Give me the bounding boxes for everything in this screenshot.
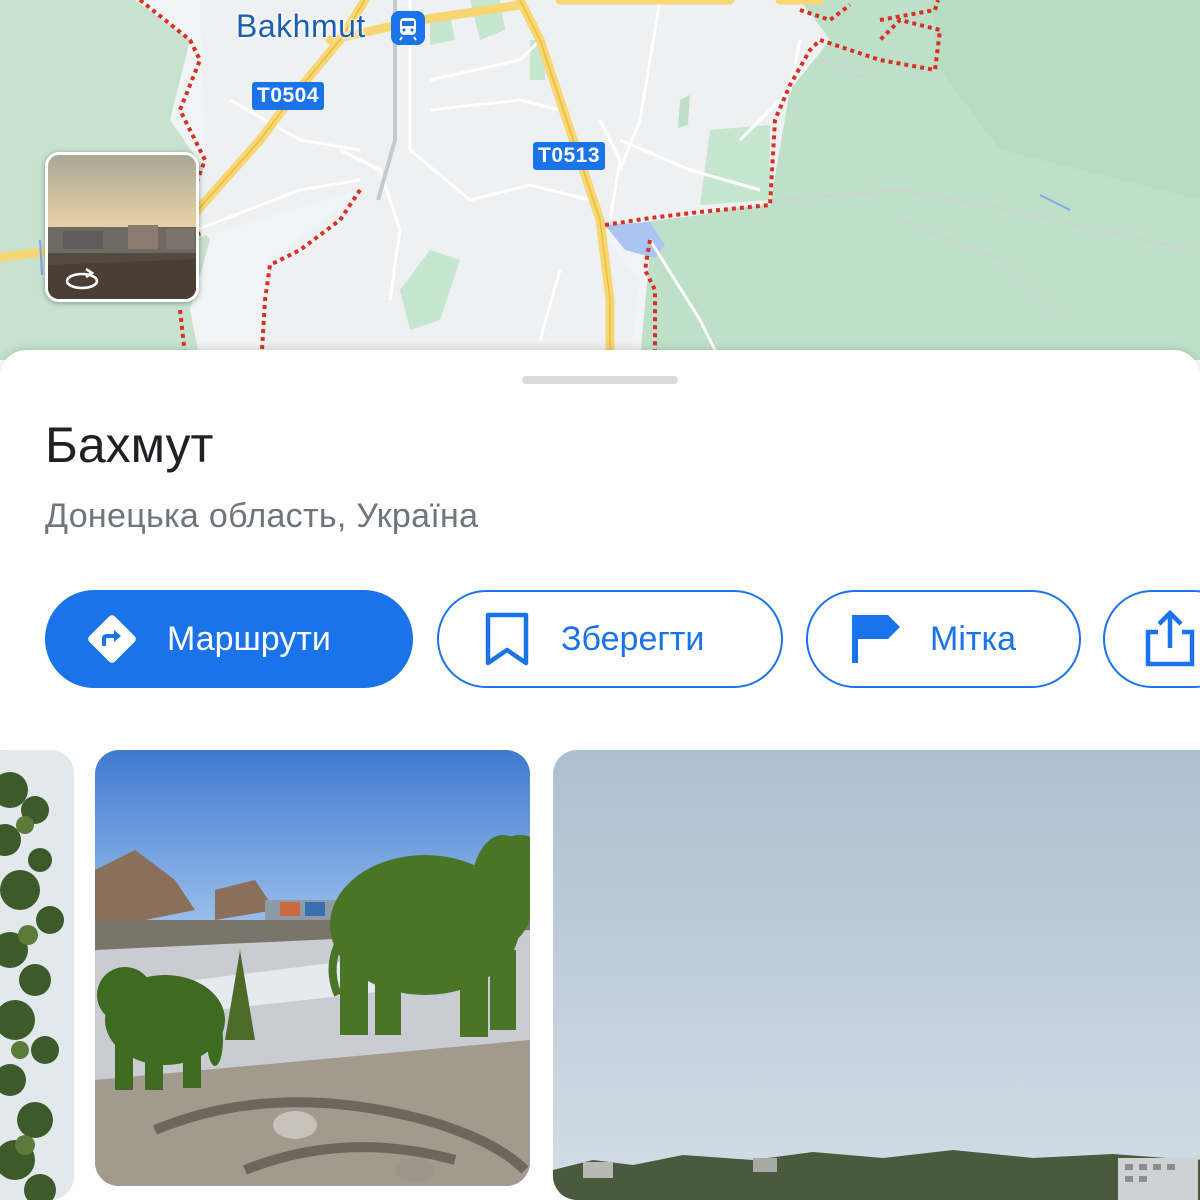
place-bottom-sheet: Бахмут Донецька область, Україна Маршрут… bbox=[0, 350, 1200, 1200]
save-label: Зберегти bbox=[561, 619, 705, 658]
road-shield-t0513: T0513 bbox=[533, 142, 606, 170]
road-shield-t0504: T0504 bbox=[252, 82, 325, 110]
drag-handle[interactable] bbox=[522, 376, 678, 384]
map-city-label[interactable]: Bakhmut bbox=[236, 8, 366, 45]
place-photo-3[interactable] bbox=[553, 750, 1200, 1200]
street-view-thumbnail[interactable] bbox=[45, 152, 199, 302]
share-button[interactable] bbox=[1103, 590, 1200, 688]
place-subtitle: Донецька область, Україна bbox=[45, 497, 479, 535]
place-photo-1[interactable] bbox=[0, 750, 74, 1200]
map-view[interactable]: Bakhmut T0504 T0513 bbox=[0, 0, 1200, 360]
place-photo-2[interactable] bbox=[95, 750, 530, 1186]
label-label: Мітка bbox=[930, 619, 1016, 658]
share-icon bbox=[1141, 610, 1199, 668]
bookmark-icon bbox=[479, 610, 535, 668]
directions-label: Маршрути bbox=[167, 619, 331, 658]
place-title: Бахмут bbox=[45, 417, 214, 473]
train-station-icon[interactable] bbox=[391, 11, 425, 45]
directions-button[interactable]: Маршрути bbox=[45, 590, 413, 688]
label-button[interactable]: Мітка bbox=[806, 590, 1081, 688]
directions-icon bbox=[83, 610, 141, 668]
save-button[interactable]: Зберегти bbox=[437, 590, 783, 688]
flag-icon bbox=[848, 610, 904, 668]
rotate-360-icon bbox=[65, 267, 99, 290]
